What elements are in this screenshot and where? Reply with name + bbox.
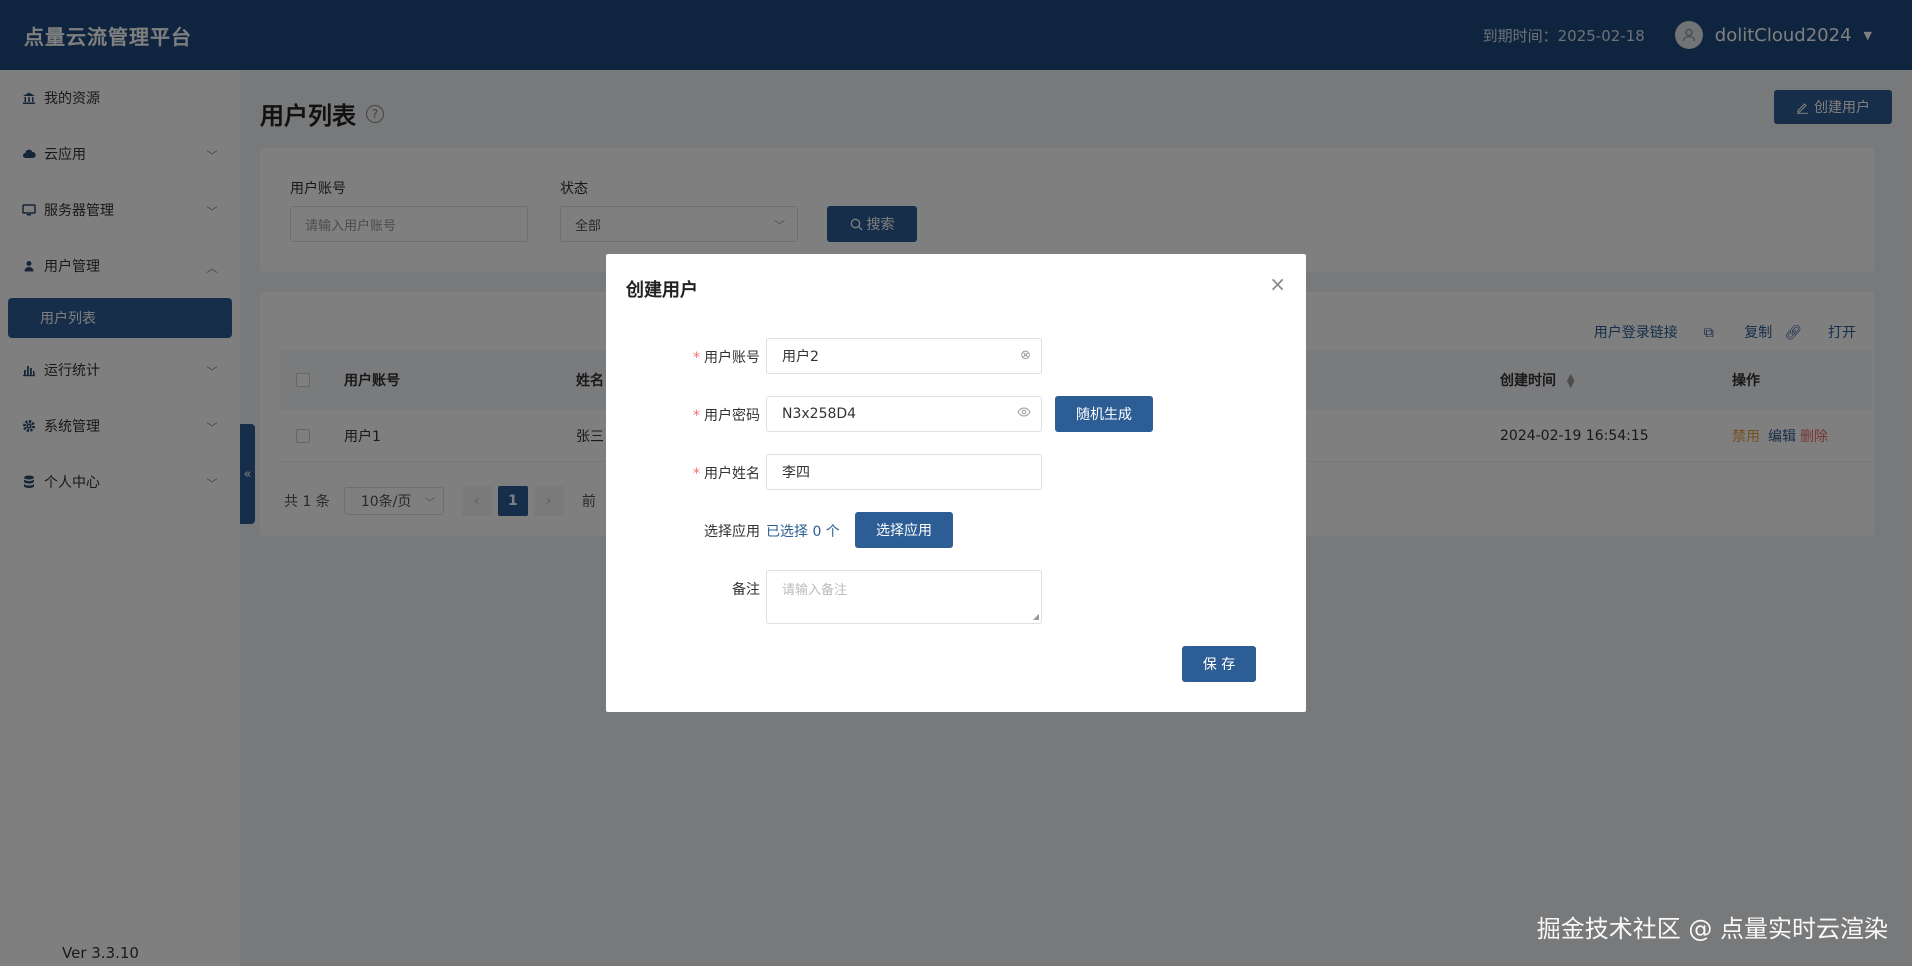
dialog-title: 创建用户 (626, 280, 698, 301)
watermark: 掘金技术社区 @ 点量实时云渲染 (1536, 915, 1888, 943)
name-input[interactable]: 李四 (766, 454, 1042, 490)
close-icon[interactable]: × (1269, 272, 1286, 296)
form-row-remark: 备注 请输入备注 ◢ (606, 570, 1306, 624)
account-input[interactable]: 用户2 ⊗ (766, 338, 1042, 374)
resize-handle-icon[interactable]: ◢ (1033, 613, 1039, 621)
app-label: 选择应用 (704, 524, 760, 540)
password-label: * 用户密码 (693, 408, 760, 424)
selected-app-count: 已选择 0 个 (766, 524, 840, 540)
form-row-apps: 选择应用 已选择 0 个 选择应用 (606, 512, 1306, 548)
password-input[interactable]: N3x258D4 (766, 396, 1042, 432)
account-input-value: 用户2 (782, 349, 819, 365)
eye-icon[interactable] (1017, 406, 1031, 421)
create-user-dialog: 创建用户 × * 用户账号 用户2 ⊗ * 用户密码 N3x258D4 随机生成 *… (606, 254, 1306, 712)
form-row-name: * 用户姓名 李四 (606, 454, 1306, 490)
select-app-button[interactable]: 选择应用 (855, 512, 953, 548)
form-row-account: * 用户账号 用户2 ⊗ (606, 338, 1306, 374)
remark-label: 备注 (732, 582, 760, 598)
form-row-password: * 用户密码 N3x258D4 随机生成 (606, 396, 1306, 432)
remark-placeholder: 请输入备注 (782, 583, 848, 598)
account-label: * 用户账号 (693, 350, 760, 366)
remark-textarea[interactable]: 请输入备注 ◢ (766, 570, 1042, 624)
password-input-value: N3x258D4 (782, 406, 857, 422)
password-label-text: 用户密码 (704, 408, 760, 424)
name-input-value: 李四 (782, 465, 810, 481)
name-label-text: 用户姓名 (704, 466, 760, 482)
save-button[interactable]: 保 存 (1182, 646, 1256, 682)
name-label: * 用户姓名 (693, 466, 760, 482)
clear-icon[interactable]: ⊗ (1020, 348, 1031, 363)
account-label-text: 用户账号 (704, 350, 760, 366)
random-generate-button[interactable]: 随机生成 (1055, 396, 1153, 432)
